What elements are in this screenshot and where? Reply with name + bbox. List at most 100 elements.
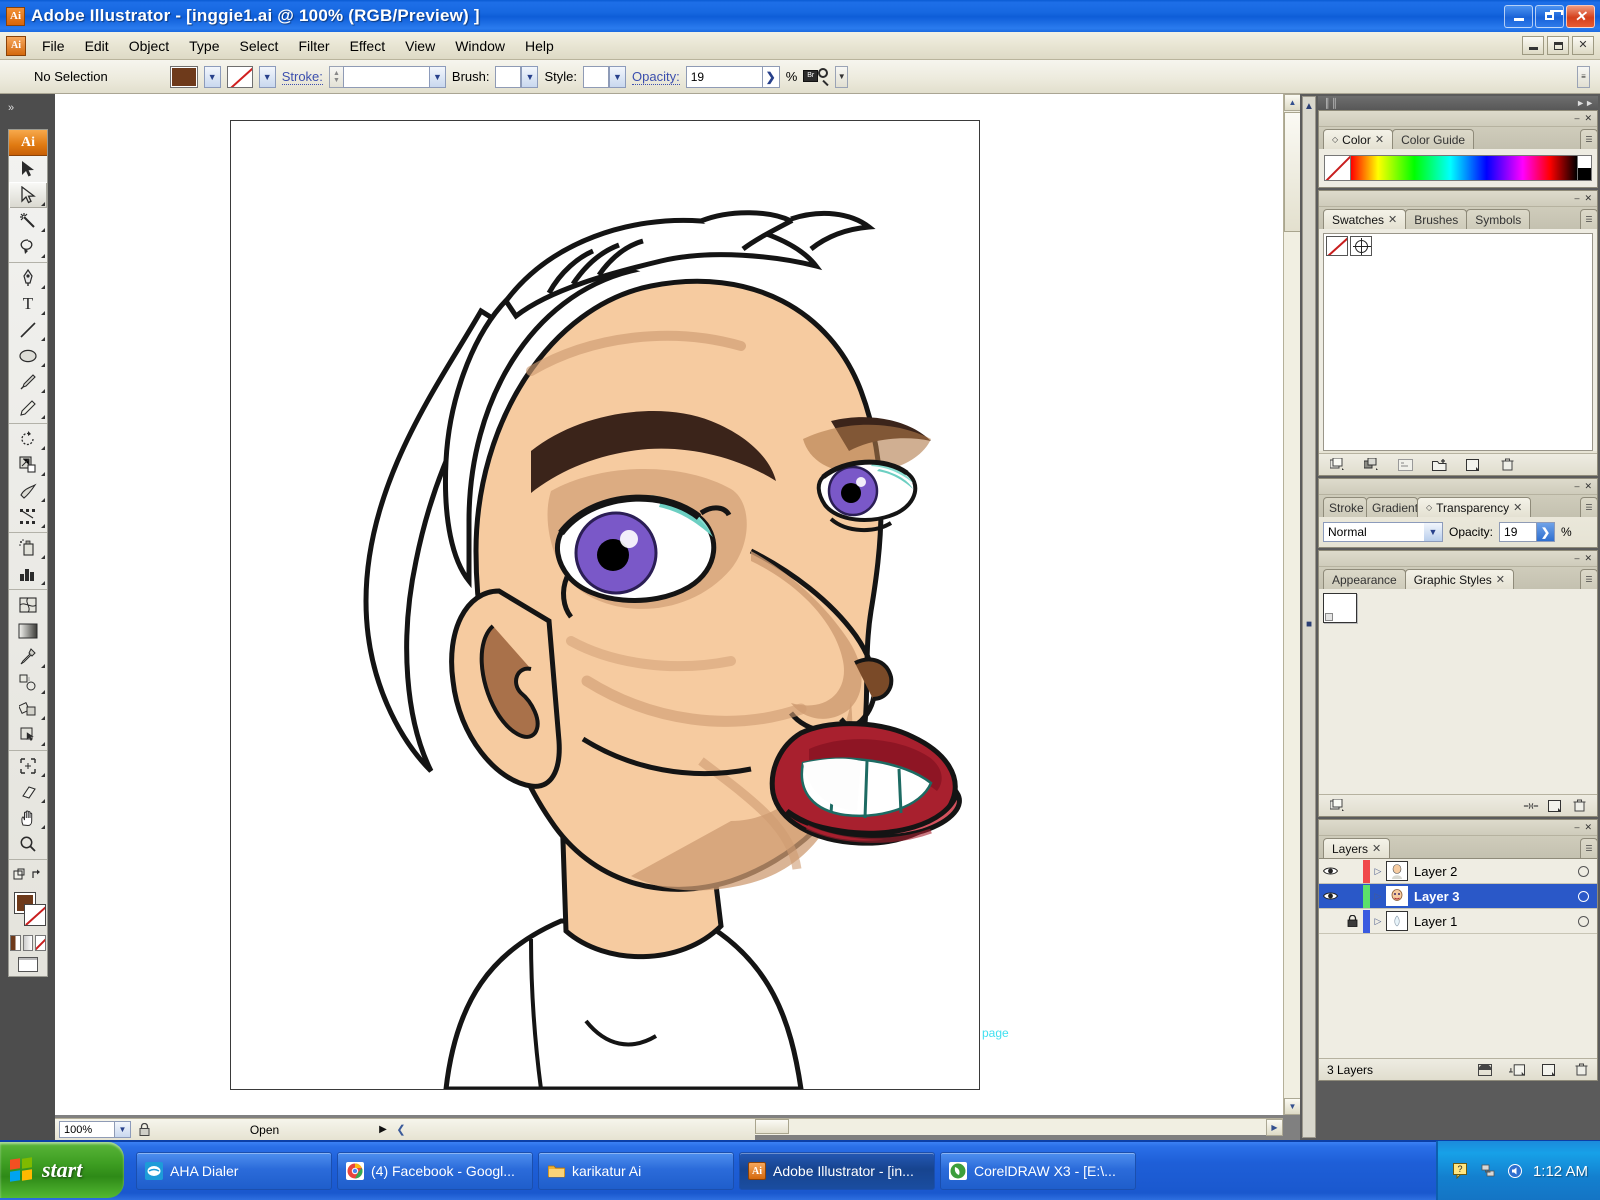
- zoom-level-dropdown[interactable]: ▼: [115, 1121, 131, 1138]
- black-white-swatches[interactable]: [1577, 156, 1591, 180]
- chevron-up-icon[interactable]: ▲: [1304, 101, 1314, 112]
- collapse-icon[interactable]: –: [1574, 554, 1579, 563]
- tab-swatches[interactable]: Swatches ✕: [1323, 209, 1407, 229]
- new-swatch-icon[interactable]: [1465, 458, 1481, 472]
- layer-expand-arrow[interactable]: ▷: [1370, 891, 1386, 902]
- document-icon[interactable]: Ai: [6, 35, 26, 56]
- close-icon[interactable]: ✕: [1388, 213, 1397, 226]
- menu-view[interactable]: View: [395, 34, 445, 58]
- taskbar-item-illustrator[interactable]: Ai Adobe Illustrator - [in...: [739, 1152, 935, 1190]
- tab-stroke[interactable]: Stroke: [1323, 497, 1367, 517]
- paintbrush-tool[interactable]: [9, 369, 47, 395]
- scroll-down-button[interactable]: ▼: [1284, 1098, 1301, 1115]
- column-graph-tool[interactable]: [9, 561, 47, 587]
- graphic-styles-panel-menu-button[interactable]: ☰: [1580, 569, 1598, 589]
- free-transform-tool[interactable]: [9, 504, 47, 530]
- stroke-color-swatch[interactable]: [226, 65, 253, 88]
- warp-tool[interactable]: [9, 478, 47, 504]
- style-dropdown[interactable]: ▼: [609, 65, 626, 88]
- direct-selection-tool[interactable]: [9, 182, 47, 208]
- tab-graphic-styles[interactable]: Graphic Styles ✕: [1404, 569, 1514, 589]
- layer-expand-arrow[interactable]: ▷: [1370, 866, 1386, 877]
- layer-row[interactable]: ▷ Layer 2: [1319, 859, 1597, 884]
- layer-name[interactable]: Layer 2: [1414, 864, 1457, 879]
- panel-menu-icon[interactable]: ◇: [1332, 135, 1338, 144]
- close-icon[interactable]: ✕: [1584, 482, 1592, 491]
- layer-name[interactable]: Layer 1: [1414, 914, 1457, 929]
- scroll-right-button[interactable]: ▶: [1266, 1119, 1283, 1136]
- collapse-icon[interactable]: –: [1574, 194, 1579, 203]
- tools-panel-header[interactable]: Ai: [9, 130, 47, 156]
- panel-menu-icon[interactable]: ◇: [1426, 503, 1432, 512]
- taskbar-item-coreldraw[interactable]: CorelDRAW X3 - [E:\...: [940, 1152, 1136, 1190]
- color-button[interactable]: [10, 935, 21, 951]
- status-prev-arrow[interactable]: ❮: [394, 1121, 408, 1138]
- scroll-up-button[interactable]: ▲: [1284, 94, 1301, 111]
- taskbar-item-facebook-chrome[interactable]: (4) Facebook - Googl...: [337, 1152, 533, 1190]
- collapse-icon[interactable]: –: [1574, 482, 1579, 491]
- layers-panel-menu-button[interactable]: ☰: [1580, 838, 1598, 858]
- window-close-button[interactable]: ✕: [1566, 4, 1595, 28]
- close-icon[interactable]: ✕: [1584, 823, 1592, 832]
- close-icon[interactable]: ✕: [1584, 114, 1592, 123]
- document-canvas[interactable]: page: [55, 94, 1300, 1115]
- stroke-spinner[interactable]: ▲ ▼: [328, 65, 343, 88]
- collapse-icon[interactable]: –: [1574, 114, 1579, 123]
- graphic-styles-libraries-icon[interactable]: [1329, 799, 1345, 813]
- break-link-icon[interactable]: [1523, 799, 1539, 813]
- tab-appearance[interactable]: Appearance: [1323, 569, 1406, 589]
- menu-type[interactable]: Type: [179, 34, 229, 58]
- control-bar-menu-icon[interactable]: ≡: [1577, 65, 1590, 88]
- transparency-opacity-control[interactable]: 19 ❯: [1499, 522, 1556, 542]
- layer-target-indicator[interactable]: [1569, 865, 1597, 877]
- swatch-options-icon[interactable]: [1397, 458, 1413, 472]
- menu-filter[interactable]: Filter: [288, 34, 339, 58]
- fill-color-swatch[interactable]: [169, 65, 198, 88]
- horizontal-scroll-thumb[interactable]: [755, 1119, 789, 1134]
- zoom-level-control[interactable]: 100% ▼: [59, 1121, 131, 1138]
- create-new-layer-icon[interactable]: [1541, 1063, 1557, 1077]
- close-icon[interactable]: ✕: [1513, 501, 1522, 514]
- hand-tool[interactable]: [9, 805, 47, 831]
- screen-mode-button[interactable]: [9, 952, 47, 976]
- transparency-panel-menu-button[interactable]: ☰: [1580, 497, 1598, 517]
- close-icon[interactable]: ✕: [1496, 573, 1505, 586]
- menu-file[interactable]: File: [32, 34, 75, 58]
- tab-color-guide[interactable]: Color Guide: [1392, 129, 1475, 149]
- mesh-tool[interactable]: [9, 592, 47, 618]
- layer-expand-arrow[interactable]: ▷: [1370, 916, 1386, 927]
- control-bar-overflow-button[interactable]: ▼: [835, 65, 849, 88]
- document-minimize-button[interactable]: [1522, 36, 1544, 55]
- symbol-sprayer-tool[interactable]: [9, 535, 47, 561]
- start-button[interactable]: start: [0, 1142, 124, 1198]
- live-paint-bucket-tool[interactable]: [9, 696, 47, 722]
- create-new-sublayer-icon[interactable]: [1509, 1063, 1525, 1077]
- canvas-vertical-scrollbar[interactable]: ▲ ▼: [1283, 94, 1301, 1115]
- vertical-scroll-thumb[interactable]: [1284, 112, 1301, 232]
- layer-row[interactable]: ▷ Layer 3: [1319, 884, 1597, 909]
- pencil-tool[interactable]: [9, 395, 47, 421]
- delete-swatch-icon[interactable]: [1499, 458, 1515, 472]
- tab-symbols[interactable]: Symbols: [1466, 209, 1531, 229]
- status-next-arrow[interactable]: ▶: [376, 1121, 390, 1138]
- swatch-registration[interactable]: [1350, 236, 1372, 256]
- taskbar-item-aha-dialer[interactable]: AHA Dialer: [136, 1152, 332, 1190]
- crop-area-tool[interactable]: [9, 753, 47, 779]
- stroke-weight-dropdown[interactable]: ▼: [428, 65, 446, 88]
- volume-icon[interactable]: [1506, 1162, 1524, 1180]
- transparency-opacity-input[interactable]: 19: [1499, 522, 1538, 542]
- magic-wand-tool[interactable]: [9, 208, 47, 234]
- transparency-opacity-stepper[interactable]: ❯: [1537, 522, 1556, 542]
- style-control[interactable]: ▼: [583, 65, 626, 88]
- stroke-weight-label[interactable]: Stroke:: [281, 69, 323, 85]
- menu-edit[interactable]: Edit: [75, 34, 119, 58]
- tab-color[interactable]: ◇ Color ✕: [1323, 129, 1394, 149]
- fill-dropdown-arrow[interactable]: ▼: [203, 65, 221, 88]
- show-swatch-kinds-icon[interactable]: [1363, 458, 1379, 472]
- document-restore-button[interactable]: [1547, 36, 1569, 55]
- scale-tool[interactable]: [9, 452, 47, 478]
- swatches-panel-menu-button[interactable]: ☰: [1580, 209, 1598, 229]
- swap-fill-stroke-icon[interactable]: [9, 862, 47, 888]
- fill-and-stroke-indicator[interactable]: [9, 888, 47, 934]
- help-balloon-icon[interactable]: ?: [1452, 1162, 1470, 1180]
